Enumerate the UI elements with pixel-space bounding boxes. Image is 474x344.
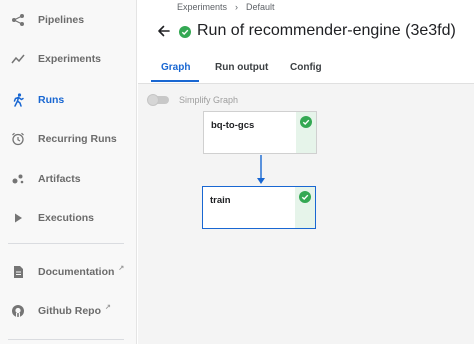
sidebar-item-pipelines[interactable]: Pipelines [0,2,137,38]
sidebar-item-recurring-runs[interactable]: Recurring Runs [0,121,137,157]
tab-config[interactable]: Config [290,62,322,84]
sidebar-item-label: Executions [38,212,95,224]
breadcrumb-default[interactable]: Default [246,2,275,12]
back-arrow-icon[interactable] [155,23,171,39]
title-row: Run of recommender-engine (3e3fd) [155,20,456,42]
success-check-icon [299,191,311,203]
breadcrumb: Experiments › Default [177,2,275,12]
success-check-icon [300,116,312,128]
sidebar-item-label: Documentation ↗ [38,265,125,278]
executions-icon [10,210,26,226]
page-title: Run of recommender-engine (3e3fd) [197,22,456,39]
recurring-runs-icon [10,131,26,147]
sidebar-item-label: Artifacts [38,173,81,185]
node-label: train [210,195,231,206]
sidebar-item-label: Experiments [38,53,102,65]
sidebar-item-experiments[interactable]: Experiments [0,41,137,77]
sidebar-divider [8,339,124,340]
sidebar-item-label: Pipelines [38,14,85,26]
github-icon [10,303,26,319]
external-link-icon: ↗ [105,304,111,311]
sidebar-item-label: Runs [38,94,65,106]
sidebar-item-label: Recurring Runs [38,133,117,145]
sidebar-item-artifacts[interactable]: Artifacts [0,161,137,197]
sidebar-divider [8,243,124,244]
node-label: bq-to-gcs [211,120,255,131]
breadcrumb-experiments[interactable]: Experiments [177,2,227,12]
success-check-icon [179,25,191,38]
active-tab-indicator [151,80,199,82]
pipeline-node-train[interactable]: train [202,186,316,229]
external-link-icon: ↗ [118,265,125,272]
node-status [295,187,315,228]
graph-canvas[interactable]: Simplify Graph bq-to-gcs train [138,84,474,344]
experiments-icon [10,51,26,67]
sidebar: Pipelines Experiments Runs Recurring Run… [0,0,137,344]
documentation-icon [10,264,26,280]
artifacts-icon [10,171,26,187]
pipeline-node-bq-to-gcs[interactable]: bq-to-gcs [203,111,317,154]
sidebar-item-label: Github Repo ↗ [38,304,111,317]
sidebar-item-runs[interactable]: Runs [0,82,137,118]
pipelines-icon [10,12,26,28]
sidebar-item-documentation[interactable]: Documentation ↗ [0,254,137,290]
sidebar-item-github-repo[interactable]: Github Repo ↗ [0,293,137,329]
sidebar-item-executions[interactable]: Executions [0,200,137,236]
runs-icon [10,92,26,108]
node-status [296,112,316,153]
breadcrumb-separator: › [235,2,239,12]
tab-run-output[interactable]: Run output [215,62,268,84]
